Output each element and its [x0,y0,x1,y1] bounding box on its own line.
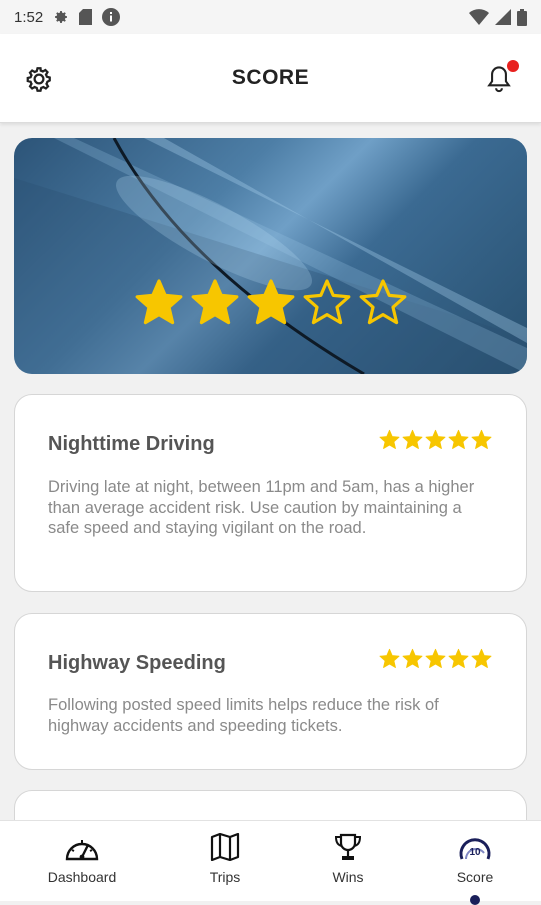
nav-label: Dashboard [47,869,117,885]
active-indicator [470,895,480,905]
score-gauge-icon: 10 [459,838,491,860]
nav-wins[interactable]: Wins [298,821,398,901]
star-filled-icon [425,429,446,449]
app-header: SCORE [0,34,541,123]
score-hero-banner [14,138,527,374]
star-filled-icon [379,648,400,668]
sd-card-icon [79,9,93,25]
star-filled-icon [425,648,446,668]
bottom-navigation: Dashboard Trips Wins 10 Score [0,820,541,905]
card-title: Highway Speeding [48,652,226,674]
star-filled-icon [471,429,492,449]
highway-speeding-card: Highway Speeding Following posted speed … [14,613,527,770]
info-icon [102,8,121,26]
star-filled-icon [247,279,294,325]
nav-score[interactable]: 10 Score [425,821,525,905]
page-title: SCORE [231,66,310,89]
hero-star-rating [14,278,527,328]
nav-label: Score [456,869,494,885]
star-filled-icon [402,429,423,449]
hero-background-graphic [14,138,527,374]
star-filled-icon [448,429,469,449]
map-icon [210,833,240,861]
star-filled-icon [402,648,423,668]
star-filled-icon [471,648,492,668]
star-filled-icon [379,429,400,449]
status-bar: 1:52 [0,0,541,34]
battery-icon [517,8,527,26]
card-description: Following posted speed limits helps redu… [48,696,439,735]
notifications-button[interactable] [485,60,519,96]
card-star-rating [379,648,492,669]
star-outline-icon [359,279,406,325]
star-filled-icon [448,648,469,668]
nav-dashboard[interactable]: Dashboard [22,821,142,901]
card-description: Driving late at night, between 11pm and … [48,478,475,537]
wifi-icon [469,9,489,25]
trophy-icon [334,833,362,860]
notification-badge [507,60,519,72]
nav-label: Wins [332,869,364,885]
speedometer-icon [65,840,99,861]
status-time: 1:52 [14,8,44,26]
nighttime-driving-card: Nighttime Driving Driving late at night,… [14,394,527,592]
star-filled-icon [191,279,238,325]
star-filled-icon [135,279,182,325]
cell-signal-icon [495,9,511,25]
card-title: Nighttime Driving [48,433,215,455]
score-gauge-value: 10 [469,847,481,858]
settings-status-icon [53,9,69,25]
nav-label: Trips [209,869,241,885]
star-outline-icon [303,279,350,325]
card-star-rating [379,429,492,450]
nav-trips[interactable]: Trips [175,821,275,901]
